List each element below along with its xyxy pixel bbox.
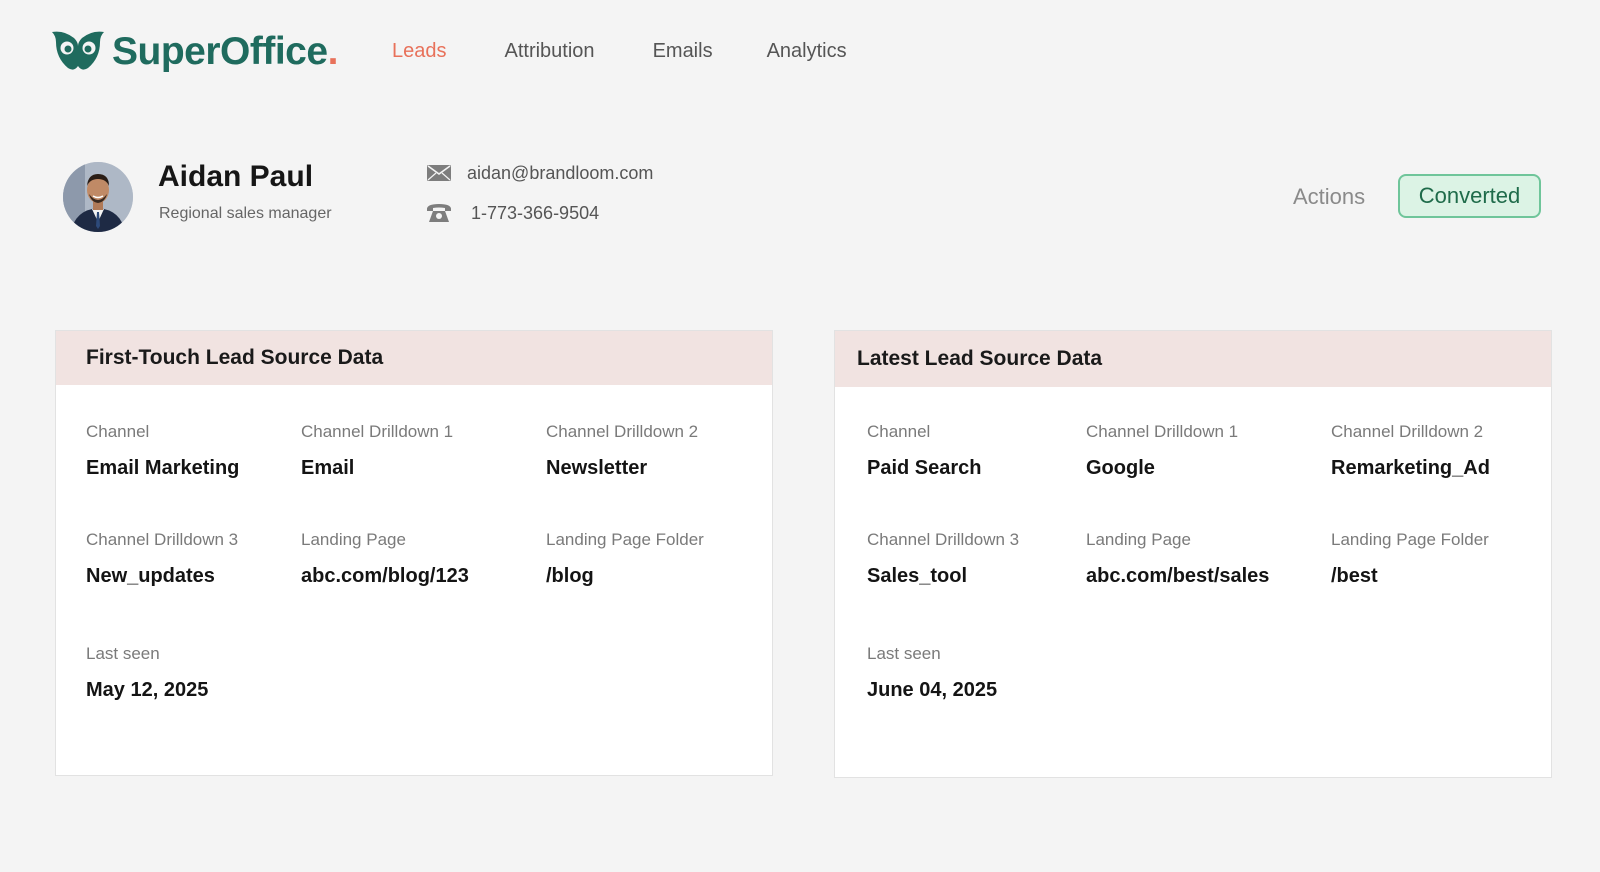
- field-value: Remarketing_Ad: [1331, 457, 1490, 479]
- field-label: Channel Drilldown 2: [546, 422, 699, 441]
- lead-name: Aidan Paul: [158, 160, 314, 193]
- field-value: New_updates: [86, 565, 215, 587]
- field-last-seen: Last seen May 12, 2025: [86, 644, 208, 702]
- field-label: Landing Page: [301, 530, 406, 549]
- field-label: Landing Page Folder: [546, 530, 704, 549]
- field-value: Email: [301, 457, 355, 479]
- field-landing-page-folder: Landing Page Folder /blog: [546, 530, 704, 588]
- status-badge-converted[interactable]: Converted: [1398, 174, 1541, 218]
- avatar: [63, 162, 133, 232]
- lead-profile-header: Aidan Paul Regional sales manager aidan@…: [63, 160, 1543, 240]
- email-row: aidan@brandloom.com: [425, 162, 653, 184]
- field-value[interactable]: abc.com/best/sales: [1086, 565, 1269, 588]
- field-label: Channel: [867, 422, 931, 441]
- owl-logo-icon: [52, 31, 104, 70]
- field-value: /best: [1331, 565, 1378, 587]
- field-landing-page: Landing Page abc.com/best/sales: [1086, 530, 1269, 588]
- field-label: Channel Drilldown 1: [1086, 422, 1239, 441]
- field-channel-drilldown-1: Channel Drilldown 1 Google: [1086, 422, 1238, 480]
- card-title: Latest Lead Source Data: [835, 331, 1551, 387]
- envelope-icon: [425, 162, 453, 184]
- latest-card: Latest Lead Source Data Channel Paid Sea…: [834, 330, 1552, 778]
- field-label: Channel Drilldown 1: [301, 422, 454, 441]
- field-value: Newsletter: [546, 457, 648, 479]
- phone-number[interactable]: 1-773-366-9504: [471, 203, 599, 224]
- lead-role: Regional sales manager: [159, 205, 332, 222]
- nav-item-attribution[interactable]: Attribution: [505, 40, 595, 63]
- field-channel-drilldown-1: Channel Drilldown 1 Email: [301, 422, 453, 480]
- brand-name: SuperOffice.: [112, 29, 338, 73]
- field-label: Channel Drilldown 3: [867, 530, 1020, 549]
- field-label: Channel: [86, 422, 150, 441]
- field-channel-drilldown-3: Channel Drilldown 3 New_updates: [86, 530, 238, 588]
- field-channel-drilldown-2: Channel Drilldown 2 Newsletter: [546, 422, 698, 480]
- field-value: Paid Search: [867, 457, 982, 479]
- superoffice-logo[interactable]: SuperOffice.: [50, 28, 338, 74]
- field-value: Email Marketing: [86, 457, 240, 479]
- telephone-icon: [425, 202, 453, 224]
- main-nav: Leads Attribution Emails Analytics: [392, 40, 905, 63]
- card-title: First-Touch Lead Source Data: [56, 331, 772, 385]
- nav-item-analytics[interactable]: Analytics: [767, 40, 847, 63]
- avatar-photo: [63, 162, 133, 232]
- field-landing-page: Landing Page abc.com/blog/123: [301, 530, 469, 588]
- phone-row: 1-773-366-9504: [425, 202, 599, 224]
- field-landing-page-folder: Landing Page Folder /best: [1331, 530, 1489, 588]
- email-address[interactable]: aidan@brandloom.com: [467, 163, 653, 184]
- field-label: Landing Page: [1086, 530, 1191, 549]
- actions-button[interactable]: Actions: [1293, 184, 1365, 210]
- field-last-seen: Last seen June 04, 2025: [867, 644, 997, 702]
- field-channel-drilldown-3: Channel Drilldown 3 Sales_tool: [867, 530, 1019, 588]
- field-label: Landing Page Folder: [1331, 530, 1489, 549]
- nav-item-emails[interactable]: Emails: [653, 40, 713, 63]
- field-channel: Channel Email Marketing: [86, 422, 239, 480]
- field-value: Sales_tool: [867, 565, 968, 587]
- field-label: Channel Drilldown 2: [1331, 422, 1484, 441]
- first-touch-card: First-Touch Lead Source Data Channel Ema…: [55, 330, 773, 776]
- field-value: June 04, 2025: [867, 679, 998, 701]
- nav-item-leads[interactable]: Leads: [392, 40, 447, 63]
- field-value[interactable]: abc.com/blog/123: [301, 565, 469, 588]
- field-channel: Channel Paid Search: [867, 422, 982, 480]
- field-label: Last seen: [86, 644, 160, 663]
- field-value: Google: [1086, 457, 1155, 479]
- field-value: May 12, 2025: [86, 679, 209, 701]
- field-value: /blog: [546, 565, 594, 587]
- field-label: Last seen: [867, 644, 941, 663]
- top-navigation-bar: SuperOffice. Leads Attribution Emails An…: [0, 0, 1600, 110]
- field-label: Channel Drilldown 3: [86, 530, 239, 549]
- field-channel-drilldown-2: Channel Drilldown 2 Remarketing_Ad: [1331, 422, 1490, 480]
